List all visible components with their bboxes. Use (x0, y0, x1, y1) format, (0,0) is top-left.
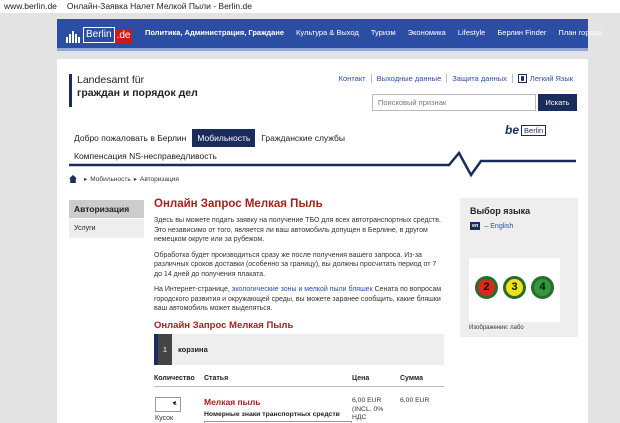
privacy-link[interactable]: Защита данных (447, 74, 513, 83)
breadcrumb: ▸ Мобильность ▸ Авторизация (69, 175, 179, 183)
topnav-item-economy[interactable]: Экономика (408, 28, 446, 37)
image-caption: Изображение: лабо (469, 325, 524, 331)
topnav-item-lifestyle[interactable]: Lifestyle (458, 28, 486, 37)
main-navigation: Добро пожаловать в Берлин Мобильность Гр… (69, 129, 351, 147)
main-content: Онлайн Запрос Мелкая Пыль Здесь вы может… (154, 198, 444, 339)
page-container: Landesamt für граждан и порядок дел Конт… (57, 59, 588, 423)
logo-word: Berlin (83, 27, 115, 43)
breadcrumb-authorization[interactable]: Авторизация (140, 176, 179, 183)
easy-language-link[interactable]: Легкий Язык (513, 74, 578, 83)
easy-language-label: Легкий Язык (529, 74, 573, 83)
leftnav-header[interactable]: Авторизация (69, 200, 144, 218)
nav-mobility[interactable]: Мобильность (192, 129, 256, 147)
bear-bars-icon (66, 31, 82, 43)
image-box: 2 3 4 Изображение: лабо (460, 252, 578, 337)
search-button[interactable]: Искать (538, 94, 577, 111)
item-sum: 6,00 EUR (400, 397, 430, 404)
language-code-badge: en (470, 222, 481, 230)
green-sticker-icon: 4 (531, 276, 554, 299)
chevron-down-icon: ▼ (171, 401, 177, 407)
be-berlin-logo: be Berlin (505, 123, 547, 137)
logo-suffix: .de (114, 29, 133, 43)
leftnav-item-services[interactable]: Услуги (69, 218, 144, 238)
browser-title-bar: www.berlin.de Онлайн-Заявка Налет Мелкой … (0, 0, 620, 13)
topnav-item-finder[interactable]: Берлин Finder (497, 28, 546, 37)
form-subtitle: Онлайн Запрос Мелкая Пыль (154, 319, 294, 331)
col-quantity: Количество (154, 375, 195, 382)
col-sum: Сумма (400, 375, 424, 382)
home-icon[interactable] (69, 175, 77, 183)
quantity-unit: Кусок (155, 415, 174, 422)
topnav-item-city-map[interactable]: План города (558, 28, 602, 37)
contact-link[interactable]: Контакт (334, 74, 372, 83)
item-price: 6,00 EUR (INCL. 0% НДС (352, 397, 384, 421)
browser-tab-title: Онлайн-Заявка Налет Мелкой Пыли - Berlin… (66, 1, 252, 11)
license-plate-label: Номерные знаки транспортных средств (204, 411, 340, 418)
nav-citizen-services[interactable]: Гражданские службы (256, 129, 350, 147)
utility-links: Контакт Выходные данные Защита данных Ле… (334, 74, 578, 83)
page-title: Онлайн Запрос Мелкая Пыль (154, 198, 323, 210)
table-divider (154, 386, 444, 387)
red-sticker-icon: 2 (475, 276, 498, 299)
emission-stickers-image[interactable]: 2 3 4 (469, 258, 560, 322)
language-title: Выбор языка (470, 206, 531, 216)
topnav-item-politics[interactable]: Политика, Администрация, Граждане (145, 28, 284, 37)
language-english-link[interactable]: – English (484, 223, 513, 230)
yellow-sticker-icon: 3 (503, 276, 526, 299)
cart-step-header: 1 корзина (154, 334, 444, 365)
info-paragraph: На Интернет-странице, экологические зоны… (154, 286, 442, 312)
topnav-items: Политика, Администрация, Граждане Культу… (145, 28, 614, 37)
col-article: Статья (204, 375, 229, 382)
breadcrumb-arrow-icon: ▸ (84, 176, 88, 183)
col-price: Цена (352, 375, 370, 382)
agency-brand[interactable]: Landesamt für граждан и порядок дел (69, 74, 198, 107)
brand-line-2: граждан и порядок дел (77, 87, 198, 99)
search-input[interactable] (372, 94, 536, 111)
berlin-de-logo[interactable]: Berlin .de (66, 27, 133, 43)
brand-line-1: Landesamt für (77, 74, 145, 86)
intro-paragraph: Здесь вы можете подать заявку на получен… (154, 217, 441, 243)
be-logo-berlin: Berlin (521, 124, 547, 136)
left-navigation: Авторизация Услуги (69, 200, 144, 238)
topnav-item-tourism[interactable]: Туризм (371, 28, 396, 37)
topnav-item-culture[interactable]: Культура & Выход (296, 28, 359, 37)
quantity-select[interactable]: 1 ▼ (155, 397, 181, 412)
step-label: корзина (178, 345, 208, 354)
breadcrumb-mobility[interactable]: Мобильность (90, 176, 130, 183)
top-navigation: Berlin .de Политика, Администрация, Гражд… (57, 19, 602, 51)
step-number: 1 (158, 334, 172, 365)
breadcrumb-arrow-icon: ▸ (133, 176, 137, 183)
language-english[interactable]: en – English (470, 222, 568, 230)
imprint-link[interactable]: Выходные данные (372, 74, 448, 83)
item-name: Мелкая пыль (204, 397, 261, 407)
processing-paragraph: Обработка будет производиться сразу же п… (154, 251, 437, 278)
nav-welcome[interactable]: Добро пожаловать в Берлин (69, 129, 191, 147)
browser-domain: www.berlin.de (4, 1, 57, 11)
environment-zones-link[interactable]: экологические зоны и мелкой пыли бляшек (232, 286, 373, 293)
be-logo-mark: be (505, 123, 520, 137)
easy-language-icon (517, 74, 527, 83)
